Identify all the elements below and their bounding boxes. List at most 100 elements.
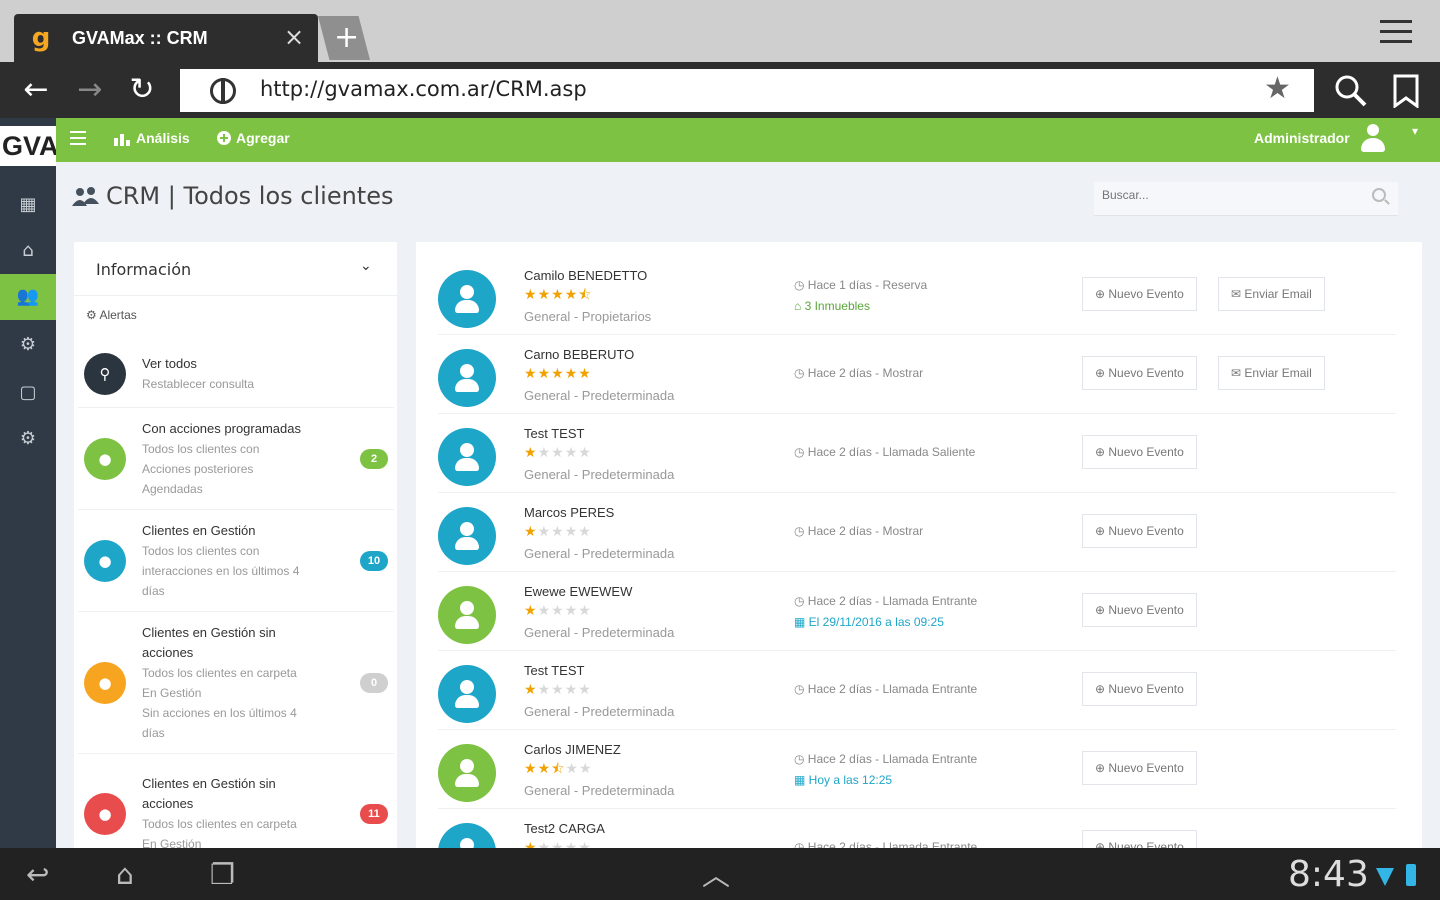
url-text[interactable]: http://gvamax.com.ar/CRM.asp: [260, 77, 587, 101]
info-item-title: Clientes en Gestión sin: [142, 625, 276, 640]
analysis-link[interactable]: Análisis: [136, 130, 190, 146]
add-link[interactable]: Agregar: [236, 130, 290, 146]
cog-icon: ⚙: [86, 308, 100, 322]
star-icon: ★: [551, 682, 565, 698]
plus-icon[interactable]: +: [334, 20, 359, 56]
star-icon: ★: [537, 761, 552, 777]
users-icon[interactable]: 👥: [0, 274, 56, 320]
new-event-button[interactable]: ⊕ Nuevo Evento: [1082, 593, 1197, 627]
calendar-icon[interactable]: ▢: [0, 370, 56, 416]
client-group: General - Predeterminada: [524, 467, 675, 482]
info-item-title: Con acciones programadas: [142, 421, 301, 436]
browser-menu-icon[interactable]: [1380, 20, 1412, 46]
cog-icon[interactable]: ⚙: [0, 416, 56, 462]
home-icon[interactable]: ⌂: [0, 228, 56, 274]
search-icon[interactable]: [1372, 188, 1386, 202]
info-filter-item[interactable]: ● Clientes en Gestión Todos los clientes c…: [78, 510, 394, 612]
user-name[interactable]: Administrador: [1254, 130, 1350, 146]
client-row[interactable]: Carlos JIMENEZ ★★⯪★★ General - Predetermin…: [438, 730, 1396, 809]
client-row[interactable]: Camilo BENEDETTO ★★★★⯪ General - Propietar…: [438, 256, 1396, 335]
chevron-up-icon[interactable]: ︿: [702, 854, 730, 894]
client-name[interactable]: Ewewe EWEWEW: [524, 584, 632, 599]
client-avatar-icon[interactable]: [438, 586, 496, 644]
star-icon: ★: [578, 761, 593, 777]
back-nav-icon[interactable]: ↩: [26, 858, 49, 891]
client-avatar-icon[interactable]: [438, 744, 496, 802]
info-filter-item[interactable]: ⚲ Ver todos Restablecer consulta: [78, 340, 394, 408]
info-panel: Información ⌄ ⚙ Alertas ⚲ Ver todos Restab…: [74, 242, 397, 874]
star-icon: ★: [537, 287, 552, 303]
client-name[interactable]: Carlos JIMENEZ: [524, 742, 621, 757]
user-avatar-icon[interactable]: [1360, 124, 1386, 152]
clients-list: Camilo BENEDETTO ★★★★⯪ General - Propietar…: [416, 242, 1422, 848]
new-event-button[interactable]: ⊕ Nuevo Evento: [1082, 514, 1197, 548]
hamburger-icon[interactable]: [70, 131, 86, 145]
battery-icon: [1406, 864, 1416, 886]
client-row[interactable]: Test TEST ★★★★★ General - Predeterminada ◷ …: [438, 651, 1396, 730]
grid-icon[interactable]: ▦: [0, 182, 56, 228]
scheduled-date[interactable]: ▦ Hoy a las 12:25: [794, 773, 892, 787]
close-tab-icon[interactable]: ×: [284, 22, 304, 52]
forward-icon[interactable]: →: [70, 70, 110, 110]
bookmark-star-icon[interactable]: ★: [1264, 71, 1291, 106]
address-bar[interactable]: http://gvamax.com.ar/CRM.asp ★: [180, 69, 1314, 112]
new-event-button[interactable]: ⊕ Nuevo Evento: [1082, 435, 1197, 469]
recents-nav-icon[interactable]: ❐: [210, 858, 235, 891]
info-item-text: Ver todos Restablecer consulta: [142, 354, 342, 394]
info-item-desc: Todos los clientes con: [142, 544, 260, 558]
home-nav-icon[interactable]: ⌂: [116, 858, 134, 891]
client-avatar-icon[interactable]: [438, 349, 496, 407]
client-avatar-icon[interactable]: [438, 665, 496, 723]
search-box[interactable]: [1094, 182, 1398, 216]
client-row[interactable]: Carno BEBERUTO ★★★★★ General - Predetermin…: [438, 335, 1396, 414]
properties-link[interactable]: ⌂ 3 Inmuebles: [794, 299, 870, 313]
client-row[interactable]: Marcos PERES ★★★★★ General - Predeterminad…: [438, 493, 1396, 572]
info-item-text: Clientes en Gestión sin acciones Todos los…: [142, 774, 342, 854]
gears-icon[interactable]: ⚙: [0, 322, 56, 368]
client-avatar-icon[interactable]: [438, 507, 496, 565]
brand-logo[interactable]: GVA: [0, 126, 56, 166]
reload-icon[interactable]: ↻: [122, 70, 162, 110]
new-event-button[interactable]: ⊕ Nuevo Evento: [1082, 751, 1197, 785]
scheduled-date[interactable]: ▦ El 29/11/2016 a las 09:25: [794, 615, 944, 629]
last-activity: ◷ Hace 2 días - Llamada Entrante: [794, 752, 978, 766]
bookmarks-icon[interactable]: [1392, 74, 1420, 108]
client-name[interactable]: Test TEST: [524, 663, 584, 678]
send-email-button[interactable]: ✉ Enviar Email: [1218, 277, 1325, 311]
caret-down-icon[interactable]: ▾: [1412, 124, 1418, 138]
info-item-text: Clientes en Gestión Todos los clientes co…: [142, 521, 342, 601]
new-event-button[interactable]: ⊕ Nuevo Evento: [1082, 830, 1197, 848]
info-filter-item[interactable]: ● Con acciones programadas Todos los clien…: [78, 408, 394, 510]
client-avatar-icon[interactable]: [438, 428, 496, 486]
search-circle-icon: ⚲: [84, 353, 126, 395]
client-name[interactable]: Marcos PERES: [524, 505, 614, 520]
search-input[interactable]: [1102, 188, 1362, 202]
search-icon[interactable]: [1334, 74, 1368, 108]
client-row[interactable]: Test2 CARGA★★★★★General - Predeterminada…: [438, 809, 1396, 848]
top-navbar: Análisis Agregar Administrador ▾: [56, 118, 1440, 162]
chevron-down-icon[interactable]: ⌄: [360, 258, 372, 274]
info-filter-item[interactable]: ● Clientes en Gestión sin acciones Todos lo…: [78, 612, 394, 754]
info-item-title: Clientes en Gestión sin: [142, 776, 276, 791]
client-row[interactable]: Ewewe EWEWEW ★★★★★ General - Predeterminad…: [438, 572, 1396, 651]
info-panel-header[interactable]: Información ⌄: [74, 242, 397, 296]
star-icon: ★: [524, 524, 538, 540]
client-row[interactable]: Test TEST ★★★★★ General - Predeterminada ◷ …: [438, 414, 1396, 493]
new-event-button[interactable]: ⊕ Nuevo Evento: [1082, 356, 1197, 390]
client-name[interactable]: Camilo BENEDETTO: [524, 268, 647, 283]
client-group: General - Predeterminada: [524, 704, 675, 719]
back-icon[interactable]: ←: [16, 70, 56, 110]
client-avatar-icon[interactable]: [438, 823, 496, 848]
client-name[interactable]: Carno BEBERUTO: [524, 347, 634, 362]
client-name[interactable]: Test TEST: [524, 426, 584, 441]
client-group: General - Predeterminada: [524, 783, 675, 798]
star-icon: ★: [524, 682, 538, 698]
new-event-button[interactable]: ⊕ Nuevo Evento: [1082, 277, 1197, 311]
rating-stars: ★★★★★: [524, 682, 592, 698]
client-name[interactable]: Test2 CARGA: [524, 821, 605, 836]
send-email-button[interactable]: ✉ Enviar Email: [1218, 356, 1325, 390]
alerts-label[interactable]: ⚙ Alertas: [86, 308, 137, 322]
star-icon: ★: [564, 603, 579, 619]
client-avatar-icon[interactable]: [438, 270, 496, 328]
new-event-button[interactable]: ⊕ Nuevo Evento: [1082, 672, 1197, 706]
